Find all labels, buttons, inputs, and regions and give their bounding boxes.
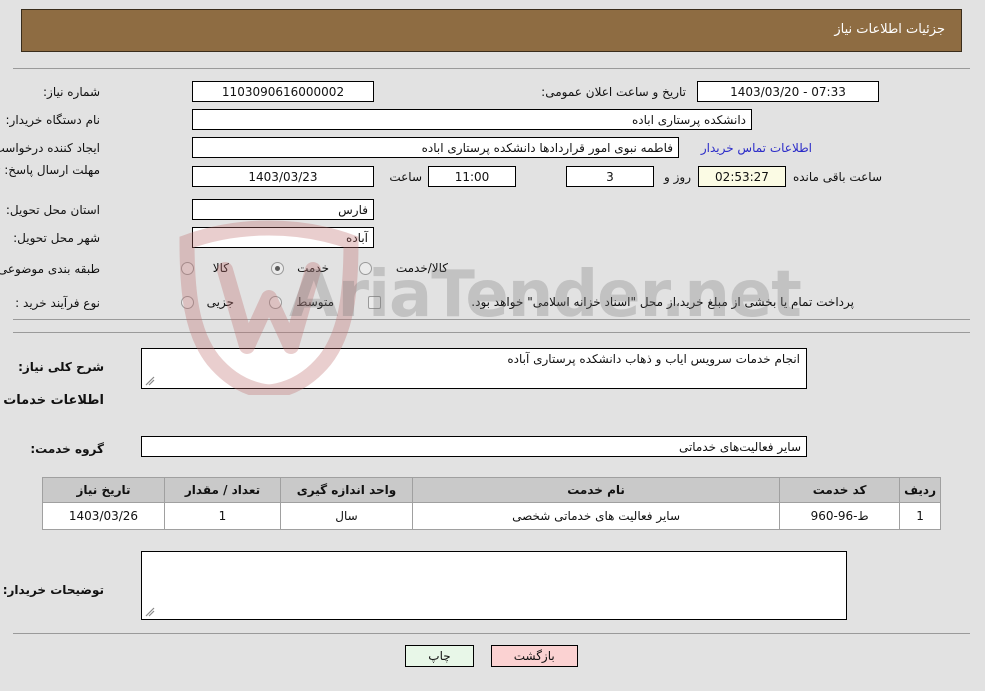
cell-name: سایر فعالیت های خدماتی شخصی (412, 502, 782, 530)
cell-index: 1 (900, 502, 942, 530)
page-title: جزئیات اطلاعات نیاز (835, 22, 946, 37)
col-index: ردیف (900, 477, 942, 503)
print-button[interactable]: چاپ (406, 645, 475, 667)
cell-unit: سال (281, 502, 414, 530)
cell-date: 1403/03/26 (43, 502, 166, 530)
summary-panel (14, 68, 971, 320)
need-details-page: AriaTender.net جزئیات اطلاعات نیاز شماره… (0, 0, 985, 691)
cell-code: ط-96-960 (780, 502, 902, 530)
footer-button-bar: بازگشت چاپ (0, 645, 985, 667)
page-header-bar: جزئیات اطلاعات نیاز (22, 9, 963, 52)
service-items-table-wrapper: ردیف کد خدمت نام خدمت واحد اندازه گیری ت… (43, 477, 942, 530)
col-qty: تعداد / مقدار (165, 477, 282, 503)
cell-qty: 1 (165, 502, 282, 530)
table-header-row: ردیف کد خدمت نام خدمت واحد اندازه گیری ت… (43, 477, 942, 503)
table-row: 1 ط-96-960 سایر فعالیت های خدماتی شخصی س… (43, 502, 942, 530)
col-unit: واحد اندازه گیری (281, 477, 414, 503)
col-date: تاریخ نیاز (43, 477, 166, 503)
service-items-table: ردیف کد خدمت نام خدمت واحد اندازه گیری ت… (43, 477, 942, 530)
col-name: نام خدمت (412, 477, 782, 503)
back-button[interactable]: بازگشت (491, 645, 579, 667)
col-code: کد خدمت (780, 477, 902, 503)
